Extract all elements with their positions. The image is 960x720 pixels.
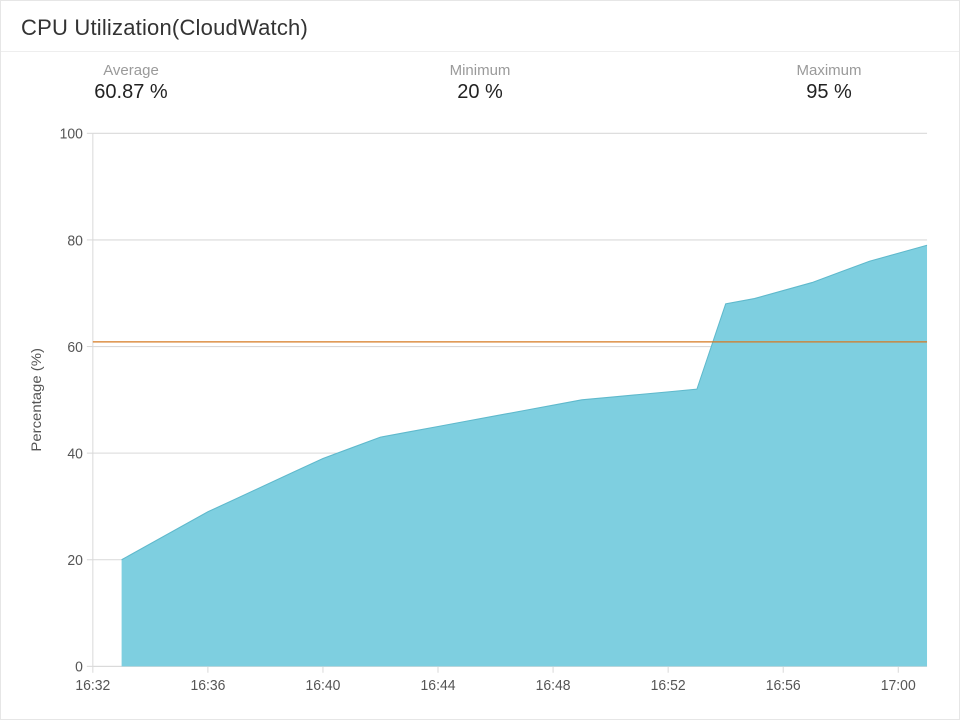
svg-text:16:40: 16:40 xyxy=(305,677,340,694)
svg-text:17:00: 17:00 xyxy=(881,677,916,694)
stat-minimum-value: 20 % xyxy=(457,81,503,104)
svg-text:16:48: 16:48 xyxy=(536,677,571,694)
svg-text:16:44: 16:44 xyxy=(421,677,456,694)
y-axis-title: Percentage (%) xyxy=(29,348,44,452)
svg-text:100: 100 xyxy=(60,126,83,143)
svg-text:16:56: 16:56 xyxy=(766,677,801,694)
cpu-utilization-panel: CPU Utilization(CloudWatch) Average 60.8… xyxy=(0,0,960,720)
chart-container: 0 20 40 60 80 100 16:32 16:36 16:40 16:44 16:48 16:… xyxy=(1,112,959,719)
svg-text:0: 0 xyxy=(75,659,83,676)
stat-average-value: 60.87 % xyxy=(94,81,167,104)
stat-maximum: Maximum 95 % xyxy=(769,62,889,104)
stat-minimum: Minimum 20 % xyxy=(420,62,540,104)
stat-maximum-label: Maximum xyxy=(796,62,861,79)
stat-maximum-value: 95 % xyxy=(806,81,852,104)
panel-header: CPU Utilization(CloudWatch) xyxy=(1,1,959,52)
svg-text:80: 80 xyxy=(67,233,83,250)
panel-title: CPU Utilization(CloudWatch) xyxy=(21,15,939,41)
svg-text:16:32: 16:32 xyxy=(75,677,110,694)
summary-stats-row: Average 60.87 % Minimum 20 % Maximum 95 … xyxy=(1,52,959,112)
stat-average-label: Average xyxy=(103,62,159,79)
area-series xyxy=(122,245,927,666)
stat-average: Average 60.87 % xyxy=(71,62,191,104)
svg-text:60: 60 xyxy=(67,339,83,356)
svg-text:20: 20 xyxy=(67,553,83,570)
svg-text:16:36: 16:36 xyxy=(190,677,225,694)
cpu-utilization-chart[interactable]: 0 20 40 60 80 100 16:32 16:36 16:40 16:44 16:48 16:… xyxy=(21,112,939,709)
stat-minimum-label: Minimum xyxy=(450,62,511,79)
svg-text:16:52: 16:52 xyxy=(651,677,686,694)
svg-text:40: 40 xyxy=(67,446,83,463)
